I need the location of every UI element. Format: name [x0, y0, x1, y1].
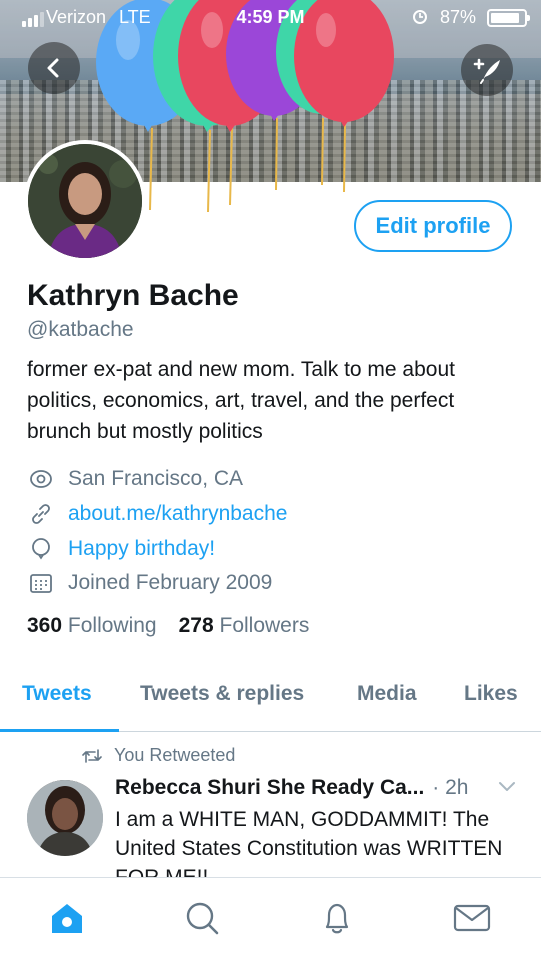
link-icon — [27, 500, 55, 528]
followers-label: Followers — [219, 614, 310, 637]
tweet-time: · 2h — [432, 776, 469, 799]
followers-stat[interactable]: 278 Followers — [179, 614, 310, 638]
search-tab[interactable] — [182, 898, 222, 938]
profile-avatar[interactable] — [24, 140, 146, 262]
notifications-tab[interactable] — [317, 898, 357, 938]
retweet-context: You Retweeted — [82, 745, 235, 766]
battery-icon — [487, 9, 530, 27]
location-text: San Francisco, CA — [68, 467, 244, 490]
profile-handle: @katbache — [27, 318, 134, 341]
home-tab[interactable] — [47, 898, 87, 938]
tweet-author[interactable]: Rebecca Shuri She Ready Ca... — [115, 776, 424, 800]
profile-location: San Francisco, CA — [27, 465, 243, 493]
tweet-text[interactable]: I am a WHITE MAN, GODDAMMIT! The United … — [115, 805, 525, 877]
edit-profile-button[interactable]: Edit profile — [354, 200, 512, 252]
notifications-icon — [325, 903, 349, 934]
compose-tweet-button[interactable] — [461, 44, 513, 96]
tab-likes[interactable]: Likes — [464, 682, 518, 706]
tab-media[interactable]: Media — [357, 682, 417, 706]
calendar-icon — [27, 569, 55, 597]
following-label: Following — [67, 614, 157, 637]
home-icon — [52, 904, 82, 933]
profile-website[interactable]: about.me/kathrynbache — [27, 500, 287, 528]
profile-birthday[interactable]: Happy birthday! — [27, 535, 215, 563]
balloon-icon — [27, 535, 55, 563]
tweet-header: Rebecca Shuri She Ready Ca... · 2h — [115, 776, 525, 800]
birthday-text[interactable]: Happy birthday! — [68, 537, 215, 561]
profile-tabs: Tweets Tweets & replies Media Likes — [0, 672, 541, 732]
battery-percent: 87% — [440, 7, 477, 27]
website-link[interactable]: about.me/kathrynbache — [68, 502, 287, 526]
search-icon — [186, 902, 219, 935]
retweet-label: You Retweeted — [114, 745, 236, 765]
follow-stats: 360 Following 278 Followers — [27, 614, 309, 638]
following-stat[interactable]: 360 Following — [27, 614, 157, 638]
location-pin-icon — [27, 465, 55, 493]
tweet-author-avatar[interactable] — [27, 780, 103, 856]
chevron-left-icon — [47, 58, 59, 78]
tab-tweets-replies[interactable]: Tweets & replies — [140, 682, 304, 706]
following-count: 360 — [27, 614, 63, 637]
messages-tab[interactable] — [452, 898, 492, 938]
followers-count: 278 — [178, 614, 214, 637]
chevron-down-icon[interactable] — [497, 780, 517, 794]
joined-text: Joined February 2009 — [68, 571, 273, 594]
profile-joined: Joined February 2009 — [27, 569, 272, 597]
retweet-icon — [82, 748, 102, 763]
bottom-tab-bar — [0, 877, 541, 960]
alarm-icon — [413, 10, 427, 24]
back-button[interactable] — [28, 42, 80, 94]
active-tab-indicator — [0, 729, 119, 732]
compose-tweet-icon — [473, 58, 500, 84]
messages-icon — [453, 904, 491, 932]
profile-bio: former ex-pat and new mom. Talk to me ab… — [27, 358, 455, 443]
profile-name: Kathryn Bache — [27, 279, 239, 312]
tab-tweets[interactable]: Tweets — [22, 682, 92, 706]
avatar-photo — [28, 144, 142, 258]
status-bar: Verizon LTE 4:59 PM 87% — [0, 0, 541, 36]
